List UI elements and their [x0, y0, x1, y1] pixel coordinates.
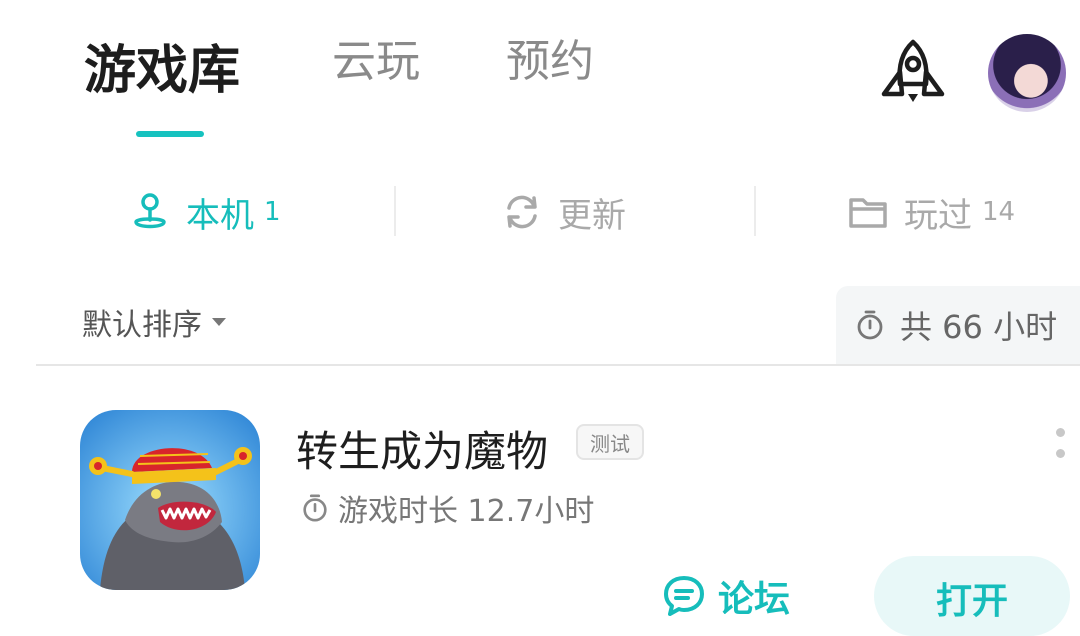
- tab-reservation[interactable]: 预约: [506, 40, 594, 84]
- subtab-played-count: 14: [982, 197, 1016, 227]
- tab-cloud-play[interactable]: 云玩: [332, 40, 420, 84]
- game-title[interactable]: 转生成为魔物: [296, 418, 548, 479]
- subtab-local-count: 1: [264, 197, 281, 227]
- game-icon[interactable]: [80, 410, 260, 590]
- forum-label: 论坛: [718, 579, 791, 620]
- open-game-button[interactable]: 打开: [874, 556, 1070, 636]
- active-tab-indicator: [136, 131, 204, 137]
- subtab-played[interactable]: 玩过 14: [846, 190, 1016, 236]
- divider: [36, 364, 1080, 366]
- test-badge: 测试: [576, 424, 644, 460]
- forum-button[interactable]: 论坛: [662, 570, 790, 622]
- sort-dropdown[interactable]: 默认排序: [82, 300, 226, 344]
- total-playtime-label: 共 66 小时: [900, 308, 1058, 346]
- timer-icon: [303, 494, 327, 522]
- user-avatar[interactable]: [988, 34, 1066, 112]
- subtab-update[interactable]: 更新: [500, 190, 626, 236]
- game-playtime: 游戏时长 12.7小时: [300, 486, 594, 530]
- caret-down-icon: [212, 318, 226, 326]
- chat-icon: [664, 576, 704, 616]
- location-person-icon: [134, 193, 166, 229]
- total-playtime: 共 66 小时: [836, 286, 1080, 364]
- game-playtime-label: 游戏时长 12.7小时: [338, 494, 595, 529]
- subtab-local[interactable]: 本机 1: [128, 190, 281, 236]
- divider: [754, 186, 756, 236]
- subtab-update-label: 更新: [558, 195, 626, 236]
- more-options-icon[interactable]: [1050, 428, 1070, 464]
- tab-game-library[interactable]: 游戏库: [84, 45, 240, 97]
- rocket-icon[interactable]: [878, 38, 948, 108]
- subtab-played-label: 玩过: [904, 195, 972, 236]
- timer-icon: [857, 310, 883, 340]
- refresh-icon: [507, 195, 537, 229]
- divider: [394, 186, 396, 236]
- folder-icon: [849, 198, 887, 228]
- sort-label: 默认排序: [82, 308, 202, 343]
- subtab-local-label: 本机: [186, 195, 254, 236]
